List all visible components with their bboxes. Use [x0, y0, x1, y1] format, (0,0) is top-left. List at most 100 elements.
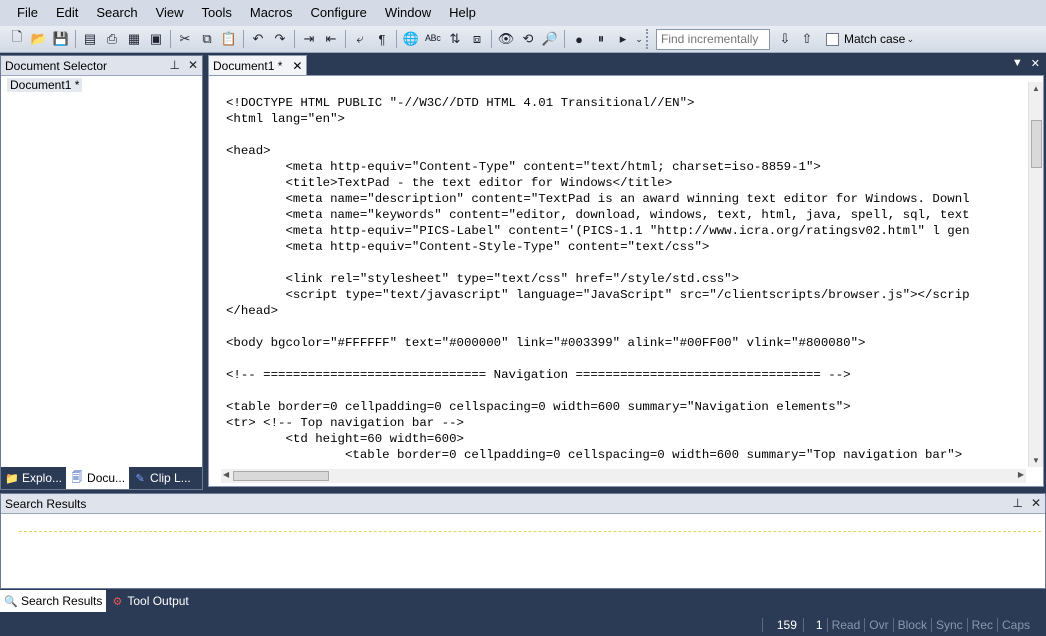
horizontal-scrollbar[interactable]: ◀ ▶: [221, 469, 1026, 483]
toolbar-separator: [75, 30, 76, 48]
code-line[interactable]: <head>: [226, 143, 1026, 159]
vertical-scrollbar[interactable]: ▲ ▼: [1028, 82, 1043, 467]
vertical-scroll-thumb[interactable]: [1031, 120, 1042, 168]
pilcrow-icon[interactable]: ¶: [371, 28, 393, 50]
code-text[interactable]: <!DOCTYPE HTML PUBLIC "-//W3C//DTD HTML …: [226, 95, 1026, 467]
find-icon[interactable]: 👁: [495, 28, 517, 50]
toolbar-grip[interactable]: [646, 29, 650, 49]
sort-icon[interactable]: ⇅: [444, 28, 466, 50]
paste-icon[interactable]: 📋: [218, 28, 240, 50]
code-line[interactable]: <meta name="description" content="TextPa…: [226, 191, 1026, 207]
replace-icon[interactable]: ⟲: [517, 28, 539, 50]
menu-search[interactable]: Search: [87, 0, 146, 26]
close-document-icon[interactable]: ✕: [1031, 57, 1040, 70]
code-line[interactable]: <title>TextPad - the text editor for Win…: [226, 175, 1026, 191]
document-list-dropdown-icon[interactable]: ▼: [1012, 57, 1023, 70]
menu-configure[interactable]: Configure: [302, 0, 376, 26]
scroll-up-arrow-icon[interactable]: ▲: [1032, 84, 1040, 93]
menu-help[interactable]: Help: [440, 0, 485, 26]
toolbar-overflow-icon[interactable]: ⌄: [634, 28, 644, 50]
tab-explorer[interactable]: 📁 Explo...: [1, 467, 66, 489]
close-icon[interactable]: ✕: [188, 58, 198, 72]
menu-window[interactable]: Window: [376, 0, 440, 26]
code-line[interactable]: <body bgcolor="#FFFFFF" text="#000000" l…: [226, 335, 1026, 351]
document-list-item[interactable]: Document1 *: [7, 78, 83, 92]
web-browser-icon[interactable]: 🌐: [400, 28, 422, 50]
code-line[interactable]: <td height=60 width=600>: [226, 431, 1026, 447]
save-icon[interactable]: 💾: [50, 28, 72, 50]
code-line[interactable]: <meta http-equiv="PICS-Label" content='(…: [226, 223, 1026, 239]
fullscreen-icon[interactable]: ▣: [145, 28, 167, 50]
code-line[interactable]: <!DOCTYPE HTML PUBLIC "-//W3C//DTD HTML …: [226, 95, 1026, 111]
find-previous-arrow-icon[interactable]: ⇧: [796, 28, 818, 50]
code-line[interactable]: <!-- ============================== Navi…: [226, 367, 1026, 383]
code-line[interactable]: <link rel="stylesheet" type="text/css" h…: [226, 271, 1026, 287]
tab-search-results[interactable]: 🔍 Search Results: [0, 590, 107, 612]
tab-clip-library[interactable]: ✎ Clip L...: [129, 467, 195, 489]
code-line[interactable]: <meta http-equiv="Content-Type" content=…: [226, 159, 1026, 175]
pin-icon[interactable]: ⊥: [1012, 496, 1022, 510]
find-in-files-icon[interactable]: 🔎: [539, 28, 561, 50]
outdent-icon[interactable]: ⇤: [320, 28, 342, 50]
code-line[interactable]: <script type="text/javascript" language=…: [226, 287, 1026, 303]
explorer-icon: 📁: [5, 472, 19, 485]
menu-file[interactable]: File: [8, 0, 47, 26]
toolbar-separator: [345, 30, 346, 48]
scroll-right-arrow-icon[interactable]: ▶: [1018, 470, 1024, 479]
scroll-down-arrow-icon[interactable]: ▼: [1032, 456, 1040, 465]
menu-bar: File Edit Search View Tools Macros Confi…: [0, 0, 1046, 26]
horizontal-scroll-thumb[interactable]: [233, 471, 329, 481]
indent-icon[interactable]: ⇥: [298, 28, 320, 50]
copy-icon[interactable]: ⧉: [196, 28, 218, 50]
tab-tool-output[interactable]: ⚙ Tool Output: [106, 590, 192, 612]
find-next-arrow-icon[interactable]: ⇩: [774, 28, 796, 50]
document-tab-label: Document1 *: [213, 58, 283, 73]
code-line[interactable]: [226, 319, 1026, 335]
find-incrementally-input[interactable]: [656, 28, 770, 50]
pause-macro-icon[interactable]: ⏸: [590, 28, 612, 50]
code-line[interactable]: <tr> <!-- Top navigation bar -->: [226, 415, 1026, 431]
record-macro-icon[interactable]: ●: [568, 28, 590, 50]
spell-check-icon[interactable]: ᴬᴮᶜ: [422, 28, 444, 50]
compare-icon[interactable]: ⧈: [466, 28, 488, 50]
close-tab-icon[interactable]: ✕: [292, 59, 302, 73]
page-setup-icon[interactable]: ▦: [123, 28, 145, 50]
toolbar-separator: [491, 30, 492, 48]
code-line[interactable]: </head>: [226, 303, 1026, 319]
document-tab[interactable]: Document1 * ✕: [208, 55, 308, 75]
toolbar-separator: [294, 30, 295, 48]
menu-view[interactable]: View: [147, 0, 193, 26]
code-line[interactable]: [226, 127, 1026, 143]
menu-tools[interactable]: Tools: [193, 0, 241, 26]
print-preview-icon[interactable]: ▤: [79, 28, 101, 50]
text-editor[interactable]: <!DOCTYPE HTML PUBLIC "-//W3C//DTD HTML …: [208, 75, 1044, 487]
undo-icon[interactable]: ↶: [247, 28, 269, 50]
code-line[interactable]: [226, 383, 1026, 399]
open-folder-icon[interactable]: 📂: [28, 28, 50, 50]
redo-icon[interactable]: ↷: [269, 28, 291, 50]
code-line[interactable]: <table border=0 cellpadding=0 cellspacin…: [226, 447, 1026, 463]
print-icon[interactable]: ⎙: [101, 28, 123, 50]
code-line[interactable]: <html lang="en">: [226, 111, 1026, 127]
scroll-left-arrow-icon[interactable]: ◀: [223, 470, 229, 479]
menu-macros[interactable]: Macros: [241, 0, 302, 26]
tab-documents[interactable]: 🗐 Docu...: [66, 467, 130, 489]
play-macro-icon[interactable]: ▸: [612, 28, 634, 50]
pin-icon[interactable]: ⊥: [169, 58, 179, 72]
new-file-icon[interactable]: 🗋: [6, 28, 28, 50]
toolbar-overflow-icon[interactable]: ⌄: [905, 28, 915, 50]
code-line[interactable]: [226, 351, 1026, 367]
match-case-label: Match case: [844, 32, 906, 46]
code-line[interactable]: <meta name="keywords" content="editor, d…: [226, 207, 1026, 223]
menu-edit[interactable]: Edit: [47, 0, 87, 26]
match-case-checkbox[interactable]: [826, 32, 839, 46]
code-line[interactable]: <table border=0 cellpadding=0 cellspacin…: [226, 399, 1026, 415]
cut-icon[interactable]: ✂: [174, 28, 196, 50]
close-icon[interactable]: ✕: [1031, 496, 1041, 510]
word-wrap-icon[interactable]: ⤶: [349, 28, 371, 50]
code-line[interactable]: <meta http-equiv="Content-Style-Type" co…: [226, 239, 1026, 255]
status-block: Block: [892, 618, 931, 632]
code-line[interactable]: [226, 255, 1026, 271]
search-results-list[interactable]: [19, 531, 1041, 532]
status-caps: Caps: [996, 618, 1034, 632]
